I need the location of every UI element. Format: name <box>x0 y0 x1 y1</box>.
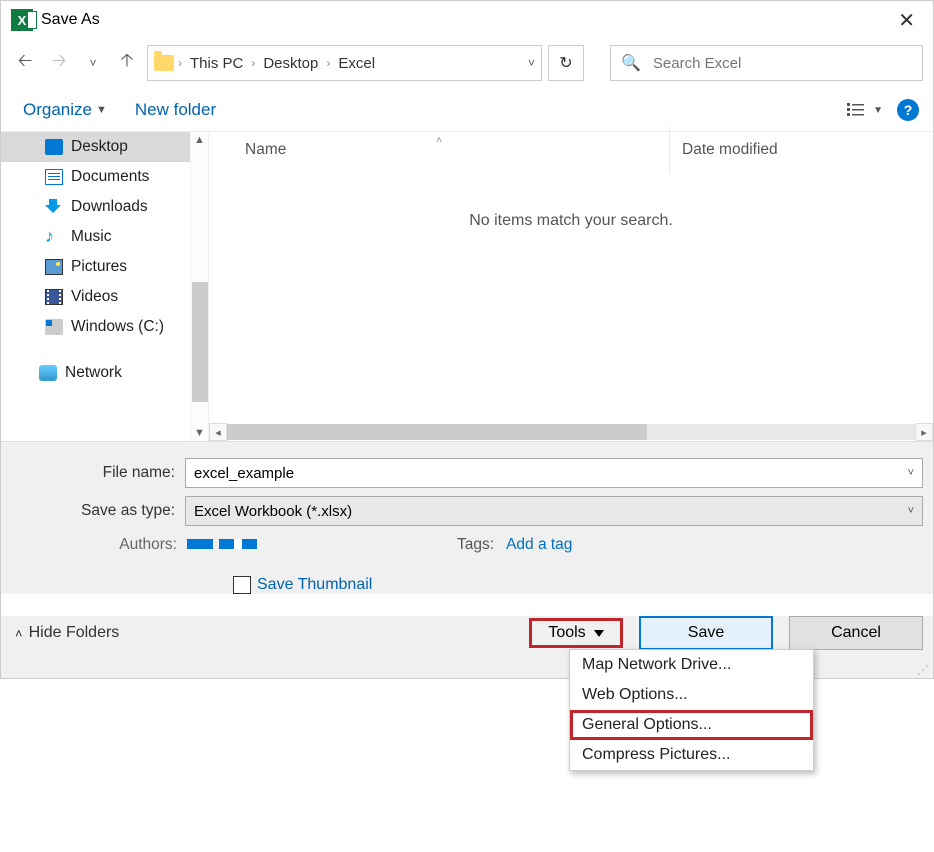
scroll-right-icon[interactable]: ▸ <box>915 423 933 441</box>
back-button[interactable]: 🡠 <box>11 49 39 77</box>
dropdown-arrow-icon <box>594 630 604 637</box>
breadcrumb-leaf[interactable]: Excel <box>334 53 379 74</box>
tools-button[interactable]: Tools <box>529 618 623 648</box>
folder-icon <box>154 55 174 71</box>
breadcrumb-mid[interactable]: Desktop <box>259 53 322 74</box>
sidebar-item-documents[interactable]: Documents <box>1 162 208 192</box>
nav-row: 🡠 🡢 ˅ 🡡 › This PC › Desktop › Excel ˅ ↻ … <box>1 39 933 91</box>
scroll-up-icon[interactable]: ▲ <box>192 132 207 148</box>
hide-folders-button[interactable]: ˄ Hide Folders <box>15 624 119 642</box>
authors-value[interactable] <box>187 536 257 554</box>
savetype-label: Save as type: <box>11 502 185 520</box>
chevron-down-icon[interactable]: ˅ <box>908 467 914 479</box>
tags-label: Tags: <box>457 536 494 554</box>
cancel-button[interactable]: Cancel <box>789 616 923 650</box>
search-box[interactable]: 🔍 <box>610 45 923 81</box>
help-icon[interactable]: ? <box>897 99 919 121</box>
sidebar-item-label: Music <box>71 228 111 246</box>
refresh-button[interactable]: ↻ <box>548 45 584 81</box>
menu-item-compress-pictures[interactable]: Compress Pictures... <box>570 740 813 770</box>
file-list-header: ˄ Name Date modified <box>209 132 933 168</box>
organize-button[interactable]: Organize ▼ <box>23 100 107 120</box>
empty-message: No items match your search. <box>209 212 933 230</box>
desktop-icon <box>45 139 63 155</box>
file-list-area: ˄ Name Date modified No items match your… <box>209 132 933 441</box>
sidebar-item-label: Network <box>65 364 122 382</box>
sidebar-item-music[interactable]: ♪ Music <box>1 222 208 252</box>
sidebar-item-network[interactable]: Network <box>1 358 208 388</box>
savetype-dropdown[interactable]: Excel Workbook (*.xlsx) ˅ <box>185 496 923 526</box>
view-options-button[interactable]: ▼ <box>847 102 883 118</box>
chevron-right-icon[interactable]: › <box>251 56 255 70</box>
chevron-right-icon[interactable]: › <box>178 56 182 70</box>
button-row: ˄ Hide Folders Tools Save Cancel Map Net… <box>1 616 933 666</box>
sidebar-item-label: Windows (C:) <box>71 318 164 336</box>
new-folder-button[interactable]: New folder <box>135 100 216 120</box>
sidebar-item-label: Desktop <box>71 138 128 156</box>
chevron-down-icon[interactable]: ˅ <box>908 505 914 517</box>
save-button[interactable]: Save <box>639 616 773 650</box>
title-bar: Save As ✕ <box>1 1 933 39</box>
breadcrumb-root[interactable]: This PC <box>186 53 247 74</box>
horizontal-scrollbar[interactable]: ◂ ▸ <box>209 423 933 441</box>
document-icon <box>45 169 63 185</box>
menu-item-general-options[interactable]: General Options... <box>570 710 813 740</box>
close-icon[interactable]: ✕ <box>890 4 923 37</box>
save-thumbnail-checkbox[interactable] <box>233 576 251 594</box>
drive-icon <box>45 319 63 335</box>
menu-item-web-options[interactable]: Web Options... <box>570 680 813 710</box>
sidebar-item-label: Pictures <box>71 258 127 276</box>
chevron-right-icon[interactable]: › <box>326 56 330 70</box>
tags-input[interactable]: Add a tag <box>506 536 572 554</box>
scroll-thumb[interactable] <box>227 424 647 440</box>
sidebar-scrollbar[interactable]: ▲ ▼ <box>190 132 208 441</box>
forward-button[interactable]: 🡢 <box>45 49 73 77</box>
sidebar-item-label: Documents <box>71 168 149 186</box>
main-area: Desktop Documents Downloads ♪ Music Pictu… <box>1 131 933 441</box>
address-bar[interactable]: › This PC › Desktop › Excel ˅ <box>147 45 542 81</box>
download-icon <box>45 199 63 215</box>
sidebar-item-label: Videos <box>71 288 118 306</box>
sidebar-item-downloads[interactable]: Downloads <box>1 192 208 222</box>
authors-label: Authors: <box>11 536 187 554</box>
scroll-thumb[interactable] <box>192 282 208 402</box>
sidebar-item-label: Downloads <box>71 198 148 216</box>
sort-indicator-icon: ˄ <box>436 135 442 146</box>
network-icon <box>39 365 57 381</box>
toolbar: Organize ▼ New folder ▼ ? <box>1 91 933 131</box>
search-input[interactable] <box>651 54 912 73</box>
sidebar: Desktop Documents Downloads ♪ Music Pictu… <box>1 132 209 441</box>
scroll-down-icon[interactable]: ▼ <box>192 425 207 441</box>
search-icon: 🔍 <box>621 53 641 73</box>
filename-input[interactable]: excel_example ˅ <box>185 458 923 488</box>
column-header-date[interactable]: Date modified <box>670 141 778 159</box>
menu-item-map-drive[interactable]: Map Network Drive... <box>570 650 813 680</box>
excel-icon <box>11 9 33 31</box>
column-header-name[interactable]: ˄ Name <box>209 141 669 159</box>
sidebar-item-drive-c[interactable]: Windows (C:) <box>1 312 208 342</box>
history-dropdown[interactable]: ˅ <box>79 49 107 77</box>
scroll-track[interactable] <box>227 424 915 440</box>
sidebar-item-desktop[interactable]: Desktop <box>1 132 208 162</box>
save-as-dialog: Save As ✕ 🡠 🡢 ˅ 🡡 › This PC › Desktop › … <box>0 0 934 679</box>
scroll-left-icon[interactable]: ◂ <box>209 423 227 441</box>
filename-label: File name: <box>11 464 185 482</box>
sidebar-item-videos[interactable]: Videos <box>1 282 208 312</box>
save-thumbnail-label[interactable]: Save Thumbnail <box>257 576 372 594</box>
pictures-icon <box>45 259 63 275</box>
tools-menu: Map Network Drive... Web Options... Gene… <box>569 649 814 771</box>
videos-icon <box>45 289 63 305</box>
chevron-up-icon: ˄ <box>15 626 23 641</box>
music-icon: ♪ <box>45 229 63 245</box>
form-area: File name: excel_example ˅ Save as type:… <box>1 441 933 594</box>
sidebar-item-pictures[interactable]: Pictures <box>1 252 208 282</box>
dialog-title: Save As <box>41 11 100 29</box>
up-button[interactable]: 🡡 <box>113 49 141 77</box>
address-dropdown-icon[interactable]: ˅ <box>528 56 535 70</box>
